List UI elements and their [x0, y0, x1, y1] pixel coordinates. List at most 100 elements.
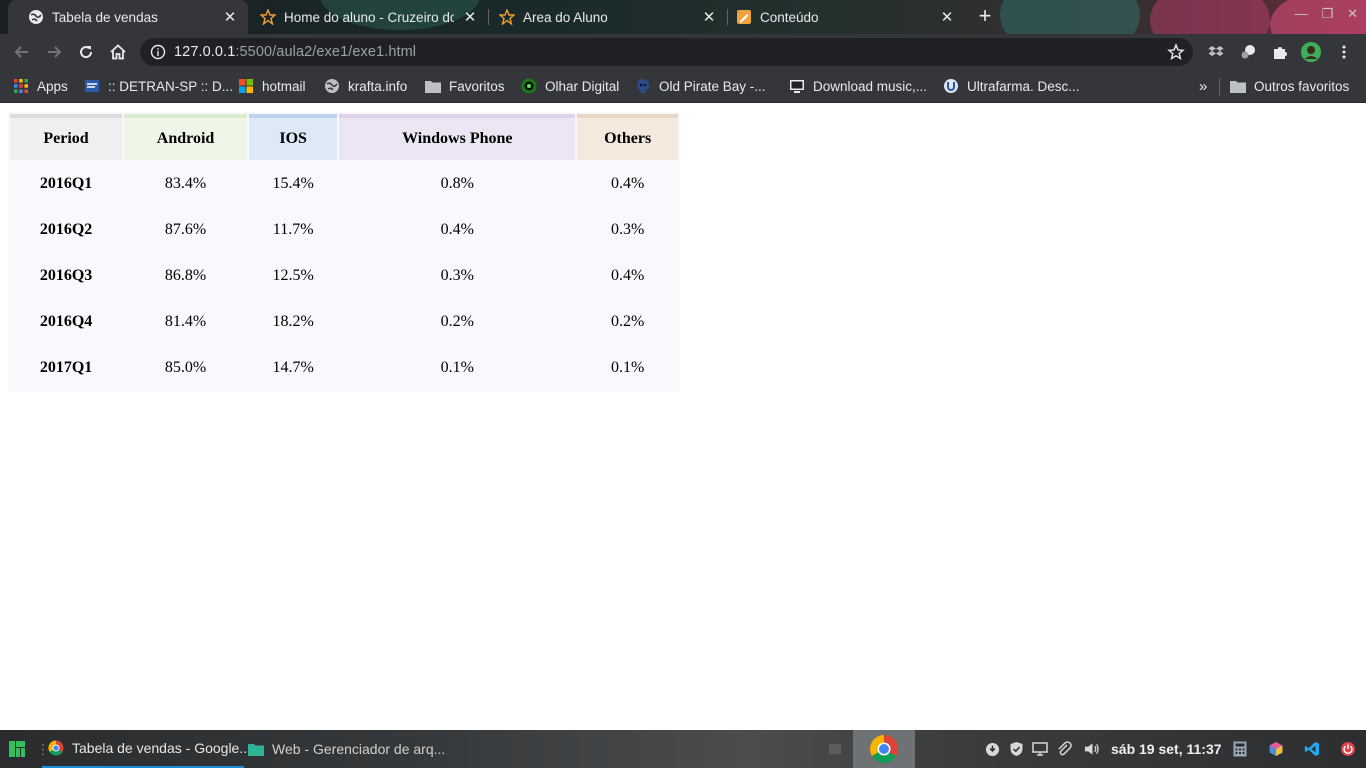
bookmark-label: Favoritos — [449, 78, 505, 94]
calculator-icon[interactable] — [1232, 741, 1248, 757]
arrow-left-icon — [14, 46, 28, 58]
bookmark-label: :: DETRAN-SP :: D... — [108, 78, 234, 94]
forward-button[interactable] — [42, 40, 66, 64]
extension-shape-icon[interactable] — [1238, 42, 1258, 62]
home-icon — [110, 44, 126, 60]
update-icon[interactable] — [984, 741, 1000, 757]
tab-area-do-aluno[interactable]: Area do Aluno ✕ — [489, 0, 727, 34]
home-button[interactable] — [106, 40, 130, 64]
bookmark-hotmail[interactable]: hotmail — [238, 77, 306, 95]
tab-title: Conteúdo — [760, 9, 819, 25]
bookmark-download-music[interactable]: Download music,... — [789, 77, 927, 95]
apps-grid-icon — [13, 78, 29, 94]
clock[interactable]: sáb 19 set, 11:37 — [1111, 730, 1222, 768]
folder-icon — [248, 741, 264, 757]
window-controls: — ❐ ✕ — [1294, 6, 1358, 22]
shield-icon[interactable] — [1008, 741, 1024, 757]
taskbar: ⋮ Tabela de vendas - Google... Web - Ger… — [0, 730, 1366, 768]
table-row: 2016Q2 87.6% 11.7% 0.4% 0.3% — [10, 208, 678, 252]
period-cell: 2017Q1 — [39, 359, 93, 376]
other-bookmarks-folder[interactable]: Outros favoritos — [1230, 77, 1349, 95]
column-header-others: Others — [577, 114, 678, 160]
reload-button[interactable] — [74, 40, 98, 64]
taskbar-window-file-manager[interactable]: Web - Gerenciador de arq... — [248, 730, 448, 768]
avatar[interactable] — [1301, 42, 1321, 62]
globe-icon — [324, 78, 340, 94]
new-tab-button[interactable]: + — [975, 5, 995, 27]
close-tab-icon[interactable]: ✕ — [939, 9, 955, 26]
bookmark-detran[interactable]: :: DETRAN-SP :: D... — [84, 77, 233, 95]
ios-cell: 14.7% — [272, 359, 314, 376]
cube-app-icon[interactable] — [1268, 741, 1284, 757]
bookmark-label: Ultrafarma. Desc... — [967, 78, 1080, 94]
ios-cell: 18.2% — [272, 313, 314, 330]
vscode-icon[interactable] — [1304, 741, 1320, 757]
taskbar-window-label: Web - Gerenciador de arq... — [272, 741, 446, 757]
paperclip-icon[interactable] — [1056, 741, 1072, 757]
back-button[interactable] — [10, 40, 34, 64]
bookmark-label: hotmail — [262, 78, 306, 94]
others-cell: 0.4% — [610, 267, 645, 284]
close-window-icon[interactable]: ✕ — [1347, 6, 1358, 22]
chrome-icon — [870, 735, 898, 763]
bookmark-star-icon[interactable] — [1167, 43, 1185, 61]
url-path: :5500/aula2/exe1/exe1.html — [235, 44, 417, 60]
tab-home-do-aluno[interactable]: Home do aluno - Cruzeiro do ✕ — [250, 0, 488, 34]
column-header-ios: IOS — [249, 114, 338, 160]
bookmark-olhar-digital[interactable]: Olhar Digital — [521, 77, 619, 95]
bookmark-krafta[interactable]: krafta.info — [324, 77, 407, 95]
close-tab-icon[interactable]: ✕ — [701, 9, 717, 26]
star-logo-icon — [260, 9, 276, 25]
maximize-icon[interactable]: ❐ — [1321, 6, 1333, 22]
windows-phone-cell: 0.8% — [440, 175, 474, 192]
minimize-icon[interactable]: — — [1294, 6, 1307, 22]
url-text: 127.0.0.1:5500/aula2/exe1/exe1.html — [174, 44, 416, 60]
globe-icon — [28, 9, 44, 25]
puzzle-icon[interactable] — [1270, 42, 1290, 62]
bookmarks-bar: Apps :: DETRAN-SP :: D... hotmail krafta… — [0, 70, 1366, 103]
column-header-period: Period — [10, 114, 123, 160]
more-bookmarks-button[interactable]: » — [1199, 77, 1207, 95]
bookmark-old-pirate-bay[interactable]: Old Pirate Bay -... — [635, 77, 766, 95]
bookmark-apps[interactable]: Apps — [13, 77, 68, 95]
address-bar[interactable]: 127.0.0.1:5500/aula2/exe1/exe1.html — [140, 38, 1193, 66]
info-icon[interactable] — [150, 44, 166, 60]
start-menu-button[interactable] — [8, 730, 26, 768]
close-tab-icon[interactable]: ✕ — [222, 9, 238, 26]
column-header-windows-phone: Windows Phone — [339, 114, 576, 160]
period-cell: 2016Q3 — [39, 267, 93, 284]
close-tab-icon[interactable]: ✕ — [462, 9, 478, 26]
detran-icon — [84, 78, 100, 94]
desktop-switcher-icon[interactable] — [827, 741, 843, 757]
page-content: Period Android IOS Windows Phone Others … — [0, 104, 1366, 730]
ios-cell: 11.7% — [272, 221, 314, 238]
tab-conteudo[interactable]: Conteúdo ✕ — [727, 0, 965, 34]
taskbar-window-label: Tabela de vendas - Google... — [72, 740, 252, 756]
volume-icon[interactable] — [1084, 741, 1100, 757]
power-icon[interactable] — [1340, 741, 1356, 757]
bookmark-folder-favoritos[interactable]: Favoritos — [425, 77, 505, 95]
ultrafarma-icon — [943, 78, 959, 94]
menu-kebab-icon[interactable] — [1334, 42, 1354, 62]
dropbox-icon[interactable] — [1206, 42, 1226, 62]
bookmark-label: Old Pirate Bay -... — [659, 78, 766, 94]
android-cell: 81.4% — [164, 313, 207, 330]
table-row: 2016Q4 81.4% 18.2% 0.2% 0.2% — [10, 300, 678, 344]
bookmark-label: Download music,... — [813, 78, 928, 94]
bookmark-label: krafta.info — [348, 78, 408, 94]
period-cell: 2016Q1 — [39, 175, 93, 192]
url-host: 127.0.0.1 — [174, 44, 236, 60]
manjaro-logo-icon — [9, 741, 25, 757]
others-cell: 0.1% — [610, 359, 645, 376]
taskbar-window-chrome[interactable]: Tabela de vendas - Google... — [42, 730, 251, 768]
display-icon[interactable] — [1032, 741, 1048, 757]
eye-logo-icon — [521, 78, 537, 94]
bookmark-ultrafarma[interactable]: Ultrafarma. Desc... — [943, 77, 1080, 95]
period-cell: 2016Q4 — [39, 313, 93, 330]
reload-icon — [80, 46, 93, 59]
folder-icon — [1230, 78, 1246, 94]
wallpaper-decoration — [1150, 0, 1270, 34]
arrow-right-icon — [48, 46, 62, 58]
tab-tabela-de-vendas[interactable]: Tabela de vendas ✕ — [8, 0, 248, 34]
workspace-preview[interactable] — [853, 730, 915, 768]
